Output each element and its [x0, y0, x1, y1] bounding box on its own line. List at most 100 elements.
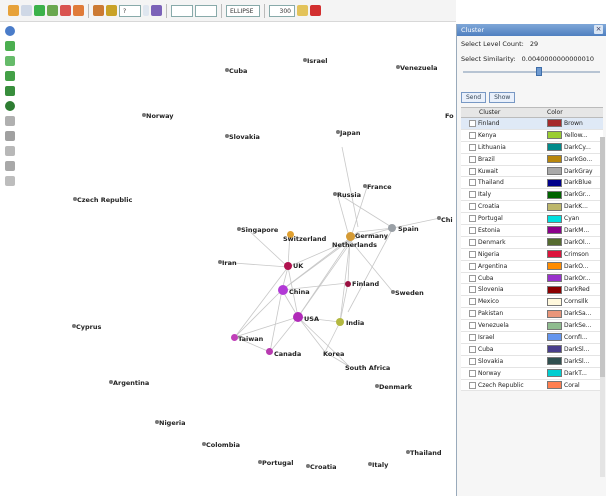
col-cluster-header[interactable]: Cluster — [461, 108, 547, 117]
node-label[interactable]: Finland — [352, 280, 379, 288]
row-checkbox[interactable] — [469, 167, 476, 175]
globe-icon[interactable] — [5, 26, 15, 36]
color-cell[interactable]: DarkCy... — [547, 143, 603, 152]
expand-icon[interactable] — [5, 116, 15, 126]
row-checkbox[interactable] — [469, 250, 476, 258]
row-checkbox[interactable] — [469, 322, 476, 330]
node-label[interactable]: Cyprus — [76, 323, 101, 331]
select-icon[interactable] — [21, 5, 32, 16]
color-cell[interactable]: DarkGr... — [547, 190, 603, 199]
tool-green-1-icon[interactable] — [5, 41, 15, 51]
tool-green-2-icon[interactable] — [5, 56, 15, 66]
node-label[interactable]: Portugal — [262, 459, 293, 467]
node-label[interactable]: Taiwan — [238, 335, 263, 343]
row-checkbox[interactable] — [469, 286, 476, 294]
node-label[interactable]: France — [367, 183, 392, 191]
open-icon[interactable] — [297, 5, 308, 16]
show-button[interactable]: Show — [489, 92, 516, 103]
app-icon[interactable] — [8, 5, 19, 16]
node-label[interactable]: Czech Republic — [77, 196, 132, 204]
zoom-select[interactable]: ? — [119, 4, 141, 17]
color-cell[interactable]: DarkRed — [547, 285, 603, 294]
table-row[interactable]: Slovenia DarkRed — [461, 284, 603, 297]
similarity-slider[interactable] — [463, 67, 600, 77]
row-checkbox[interactable] — [469, 333, 476, 341]
node-label[interactable]: Thailand — [410, 449, 442, 457]
node-label[interactable]: Japan — [340, 129, 360, 137]
color-cell[interactable]: DarkSl... — [547, 345, 603, 354]
refresh-icon[interactable] — [5, 101, 15, 111]
tool-green-3-icon[interactable] — [5, 71, 15, 81]
node-label[interactable]: UK — [293, 262, 303, 270]
node-label[interactable]: Croatia — [310, 463, 337, 471]
node-label[interactable]: Russia — [337, 191, 361, 199]
node-label[interactable]: India — [346, 319, 364, 327]
node-label[interactable]: Fo — [445, 112, 454, 120]
col-color-header[interactable]: Color — [547, 108, 563, 117]
color-cell[interactable]: DarkSl... — [547, 357, 603, 366]
row-checkbox[interactable] — [469, 298, 476, 306]
table-row[interactable]: Cuba DarkSl... — [461, 343, 603, 356]
chevron-down-icon[interactable] — [143, 5, 149, 16]
node-label[interactable]: Spain — [398, 225, 419, 233]
table-row[interactable]: Venezuela DarkSe... — [461, 320, 603, 333]
row-checkbox[interactable] — [469, 119, 476, 127]
cut-icon[interactable] — [73, 5, 84, 16]
grid-icon[interactable] — [5, 146, 15, 156]
row-checkbox[interactable] — [469, 357, 476, 365]
color-cell[interactable]: DarkO... — [547, 262, 603, 271]
table-scrollbar[interactable] — [600, 137, 605, 477]
node-label[interactable]: Slovakia — [229, 133, 260, 141]
row-checkbox[interactable] — [469, 369, 476, 377]
row-checkbox[interactable] — [469, 143, 476, 151]
slider-thumb[interactable] — [535, 67, 542, 76]
size-select[interactable]: 300 — [269, 4, 295, 17]
node-label[interactable]: China — [289, 288, 310, 296]
node-label[interactable]: Denmark — [379, 383, 412, 391]
table-row[interactable]: Mexico CornsIlk — [461, 296, 603, 309]
node-label[interactable]: Colombia — [206, 441, 240, 449]
node-label[interactable]: Sweden — [395, 289, 424, 297]
color-cell[interactable]: DarkOr... — [547, 274, 603, 283]
table-row[interactable]: Slovakia DarkSl... — [461, 355, 603, 368]
fit-icon[interactable] — [5, 176, 15, 186]
node-ball[interactable] — [278, 285, 288, 295]
table-row[interactable]: Brazil DarkGo... — [461, 153, 603, 166]
edit-icon[interactable] — [60, 5, 71, 16]
table-row[interactable]: Argentina DarkO... — [461, 260, 603, 273]
layout-icon[interactable] — [47, 5, 58, 16]
color-cell[interactable]: Coral — [547, 381, 603, 390]
table-row[interactable]: Pakistan DarkSa... — [461, 308, 603, 321]
color-cell[interactable]: DarkSa... — [547, 309, 603, 318]
rect-select[interactable] — [171, 4, 193, 17]
color-cell[interactable]: Brown — [547, 119, 603, 128]
shape-select[interactable]: ELLIPSE — [226, 4, 260, 17]
color-cell[interactable]: DarkT... — [547, 369, 603, 378]
node-ball[interactable] — [293, 312, 303, 322]
row-checkbox[interactable] — [469, 226, 476, 234]
color-cell[interactable]: DarkSe... — [547, 321, 603, 330]
row-checkbox[interactable] — [469, 274, 476, 282]
zoom-icon[interactable] — [106, 5, 117, 16]
node-ball[interactable] — [284, 262, 292, 270]
color-cell[interactable]: DarkM... — [547, 226, 603, 235]
node-label[interactable]: Switzerland — [283, 235, 326, 243]
row-checkbox[interactable] — [469, 381, 476, 389]
row-checkbox[interactable] — [469, 310, 476, 318]
node-label[interactable]: Korea — [323, 350, 344, 358]
node-ball[interactable] — [336, 318, 344, 326]
node-ball[interactable] — [266, 348, 273, 355]
node-label[interactable]: Chi — [441, 216, 453, 224]
node-ball[interactable] — [388, 224, 396, 232]
send-button[interactable]: Send — [461, 92, 487, 103]
color-cell[interactable]: CornsIlk — [547, 297, 603, 306]
table-row[interactable]: Lithuania DarkCy... — [461, 141, 603, 154]
node-label[interactable]: Norway — [146, 112, 174, 120]
row-checkbox[interactable] — [469, 345, 476, 353]
node-label[interactable]: Venezuela — [400, 64, 438, 72]
node-label[interactable]: Nigeria — [159, 419, 186, 427]
add-node-icon[interactable] — [34, 5, 45, 16]
color-cell[interactable]: DarkGray — [547, 167, 603, 175]
close-icon[interactable]: × — [594, 25, 603, 34]
row-checkbox[interactable] — [469, 131, 476, 139]
